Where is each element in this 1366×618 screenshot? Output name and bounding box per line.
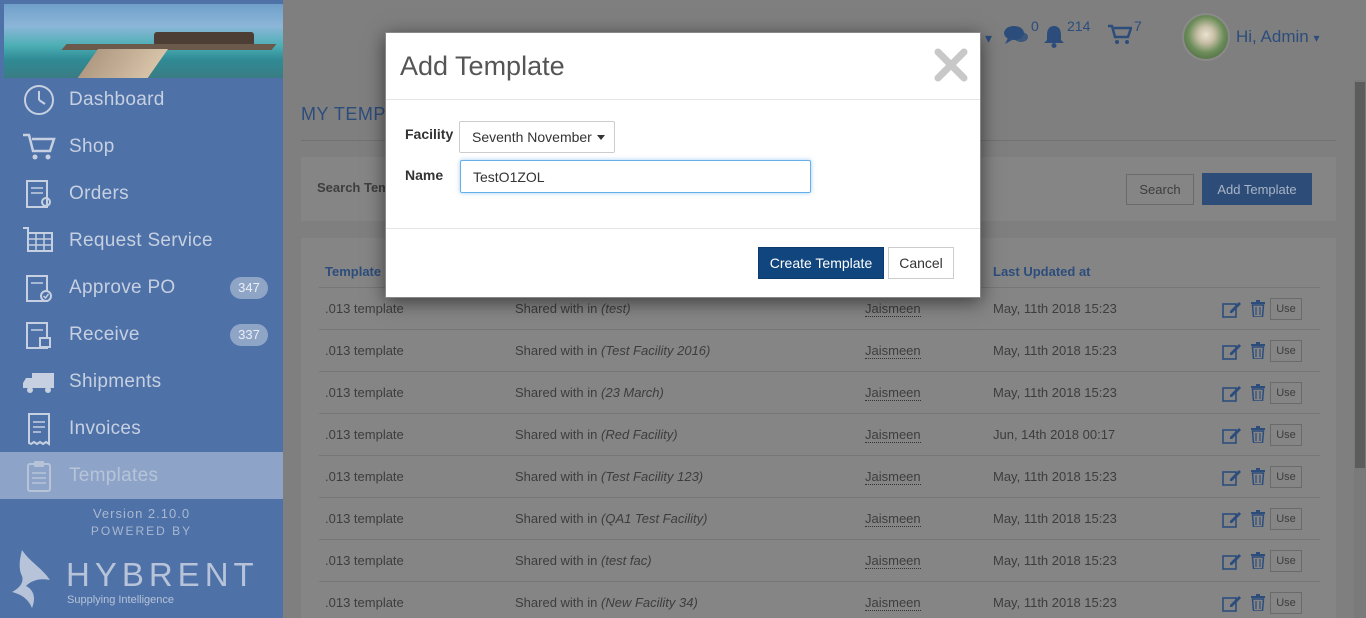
modal-footer-divider [386, 228, 980, 229]
create-template-button[interactable]: Create Template [758, 247, 884, 279]
modal-header: Add Template [386, 33, 980, 100]
caret-down-icon [597, 135, 605, 140]
add-template-modal: Add Template Facility Seventh November N… [385, 32, 981, 298]
name-label: Name [405, 167, 444, 183]
cancel-button[interactable]: Cancel [888, 247, 954, 279]
template-name-input[interactable] [460, 160, 811, 193]
close-icon[interactable] [933, 47, 969, 83]
modal-title: Add Template [400, 51, 565, 81]
facility-select[interactable]: Seventh November [459, 121, 615, 153]
facility-label: Facility [405, 126, 454, 142]
facility-selected-value: Seventh November [472, 129, 592, 145]
